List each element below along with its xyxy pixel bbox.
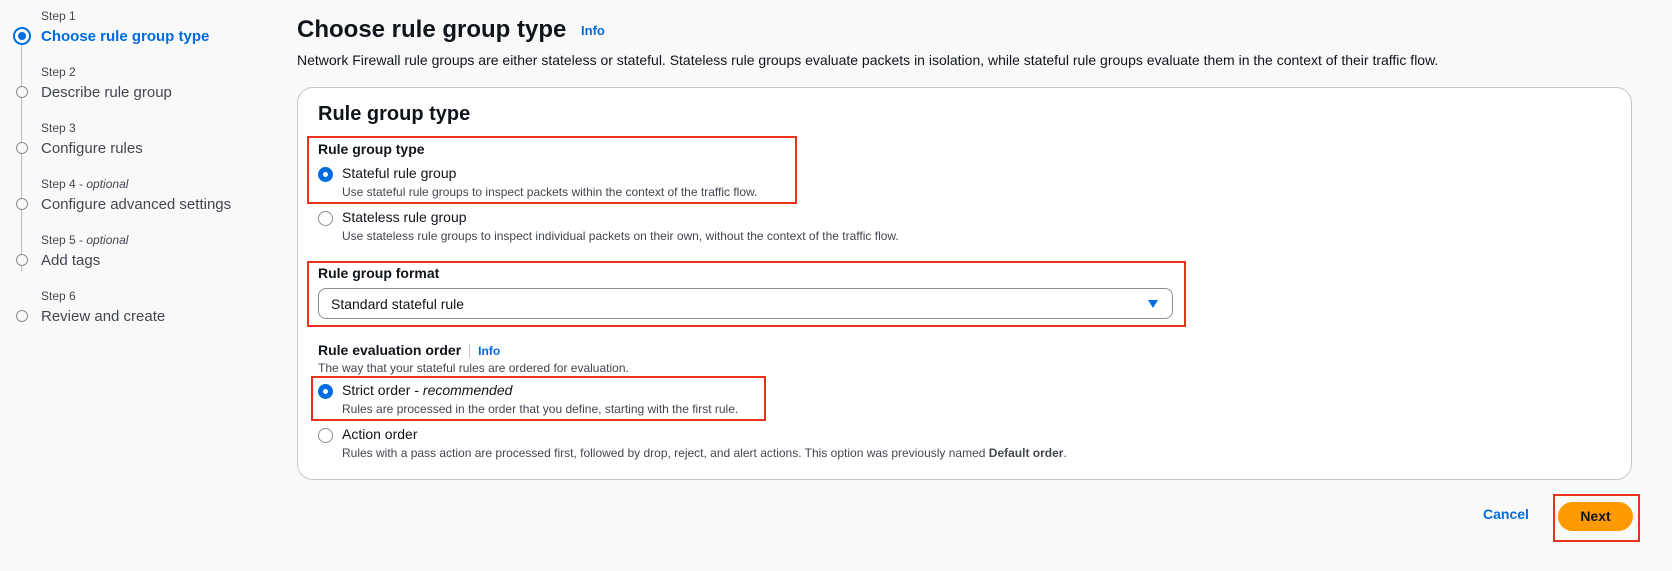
step-2-title[interactable]: Describe rule group (41, 83, 172, 103)
stateless-description: Use stateless rule groups to inspect ind… (342, 229, 899, 243)
step-4-number: Step 4 - optional (41, 177, 231, 191)
steps-connector-line (21, 43, 22, 271)
page-info-link[interactable]: Info (581, 23, 605, 38)
step-1-indicator-icon (13, 27, 31, 45)
highlight-rule-group-format (307, 261, 1186, 327)
step-6-indicator-icon (16, 310, 28, 322)
wizard-steps-nav: Step 1 Choose rule group type Step 2 Des… (0, 0, 270, 571)
step-5-separator: - (75, 233, 87, 247)
cancel-button[interactable]: Cancel (1483, 506, 1529, 522)
step-3[interactable]: Step 3 Configure rules (41, 121, 143, 159)
step-1[interactable]: Step 1 Choose rule group type (41, 9, 209, 47)
step-6-number: Step 6 (41, 289, 76, 303)
step-1-title[interactable]: Choose rule group type (41, 27, 209, 47)
evaluation-order-info-link[interactable]: Info (478, 344, 500, 358)
step-4-number-text: Step 4 (41, 177, 76, 191)
next-button[interactable]: Next (1558, 502, 1633, 531)
step-4-optional: optional (86, 177, 129, 191)
card-title: Rule group type (318, 103, 471, 125)
step-2[interactable]: Step 2 Describe rule group (41, 65, 172, 103)
step-4-indicator-icon (16, 198, 28, 210)
step-6[interactable]: Step 6 Review and create (41, 289, 165, 327)
highlight-rule-group-type (307, 136, 797, 204)
step-5-optional: optional (86, 233, 129, 247)
label-divider (469, 344, 471, 359)
step-4[interactable]: Step 4 - optional Configure advanced set… (41, 177, 231, 215)
step-5[interactable]: Step 5 - optional Add tags (41, 233, 128, 271)
step-4-title[interactable]: Configure advanced settings (41, 195, 231, 215)
step-5-number-text: Step 5 (41, 233, 76, 247)
step-5-title[interactable]: Add tags (41, 251, 128, 271)
step-1-number: Step 1 (41, 9, 76, 23)
step-6-title[interactable]: Review and create (41, 307, 165, 327)
action-order-description-end: . (1063, 446, 1067, 460)
rule-evaluation-order-description: The way that your stateful rules are ord… (318, 361, 629, 375)
step-3-number: Step 3 (41, 121, 76, 135)
default-order-term: Default order (988, 446, 1064, 460)
step-5-number: Step 5 - optional (41, 233, 128, 247)
stateless-radio[interactable] (318, 211, 333, 226)
stateless-label[interactable]: Stateless rule group (342, 209, 467, 225)
step-5-indicator-icon (16, 254, 28, 266)
page-title-text: Choose rule group type (297, 16, 567, 43)
step-2-number: Step 2 (41, 65, 76, 79)
rule-evaluation-order-label-text: Rule evaluation order (318, 342, 462, 358)
page-title: Choose rule group type Info (297, 16, 605, 44)
step-3-indicator-icon (16, 142, 28, 154)
action-order-radio[interactable] (318, 428, 333, 443)
step-3-title[interactable]: Configure rules (41, 139, 143, 159)
highlight-strict-order (311, 376, 766, 421)
page-description: Network Firewall rule groups are either … (297, 52, 1439, 68)
rule-evaluation-order-label: Rule evaluation order Info (318, 342, 500, 359)
action-order-description-text: Rules with a pass action are processed f… (342, 446, 989, 460)
step-4-separator: - (75, 177, 87, 191)
step-2-indicator-icon (16, 86, 28, 98)
action-order-description: Rules with a pass action are processed f… (342, 446, 1067, 460)
action-order-label[interactable]: Action order (342, 426, 417, 442)
